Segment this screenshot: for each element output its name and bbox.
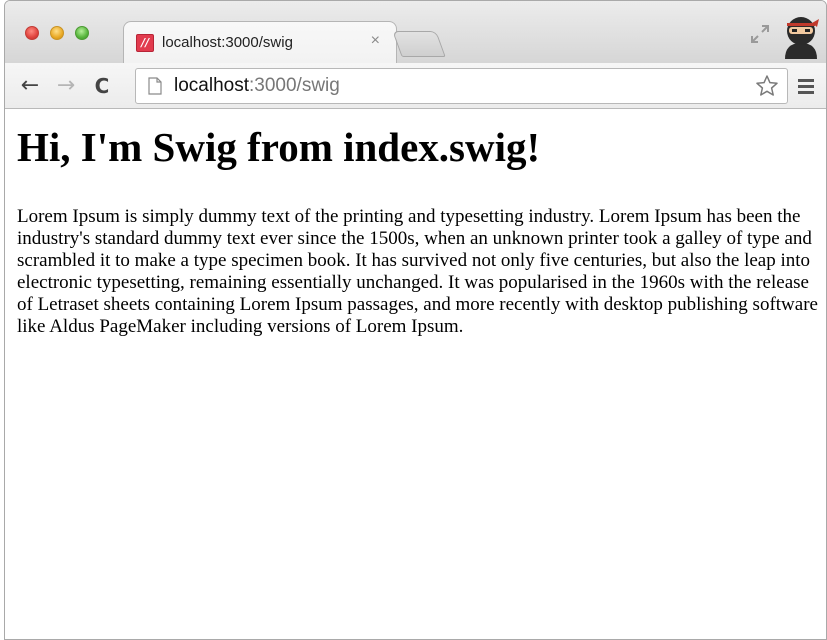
- window-minimize-icon[interactable]: [50, 26, 64, 40]
- browser-toolbar: ← → C localhost:3000/swig: [5, 63, 826, 109]
- tab-strip: // localhost:3000/swig ×: [5, 1, 826, 63]
- address-bar[interactable]: localhost:3000/swig: [135, 68, 788, 104]
- page-heading: Hi, I'm Swig from index.swig!: [17, 124, 541, 170]
- favicon-icon: //: [136, 34, 154, 52]
- menu-icon[interactable]: [795, 75, 817, 97]
- url-path: :3000/swig: [249, 75, 340, 96]
- forward-button[interactable]: →: [53, 73, 79, 99]
- tab-close-icon[interactable]: ×: [371, 32, 380, 50]
- tab-localhost-swig[interactable]: // localhost:3000/swig ×: [123, 21, 397, 63]
- reload-button[interactable]: C: [89, 73, 115, 99]
- star-icon[interactable]: [755, 74, 779, 98]
- page-icon: [148, 77, 162, 95]
- browser-window: // localhost:3000/swig × ← → C localhost…: [4, 0, 827, 640]
- url-host: localhost: [174, 75, 249, 96]
- lorem-paragraph: Lorem Ipsum is simply dummy text of the …: [17, 206, 818, 337]
- fullscreen-icon[interactable]: [749, 23, 771, 45]
- new-tab-button[interactable]: [392, 31, 446, 57]
- window-close-icon[interactable]: [25, 26, 39, 40]
- tab-title: localhost:3000/swig: [162, 34, 293, 51]
- page-content: Hi, I'm Swig from index.swig! Lorem Ipsu…: [5, 110, 826, 639]
- url-text[interactable]: localhost:3000/swig: [174, 75, 340, 97]
- user-avatar-icon[interactable]: [781, 13, 821, 59]
- window-zoom-icon[interactable]: [75, 26, 89, 40]
- back-button[interactable]: ←: [17, 73, 43, 99]
